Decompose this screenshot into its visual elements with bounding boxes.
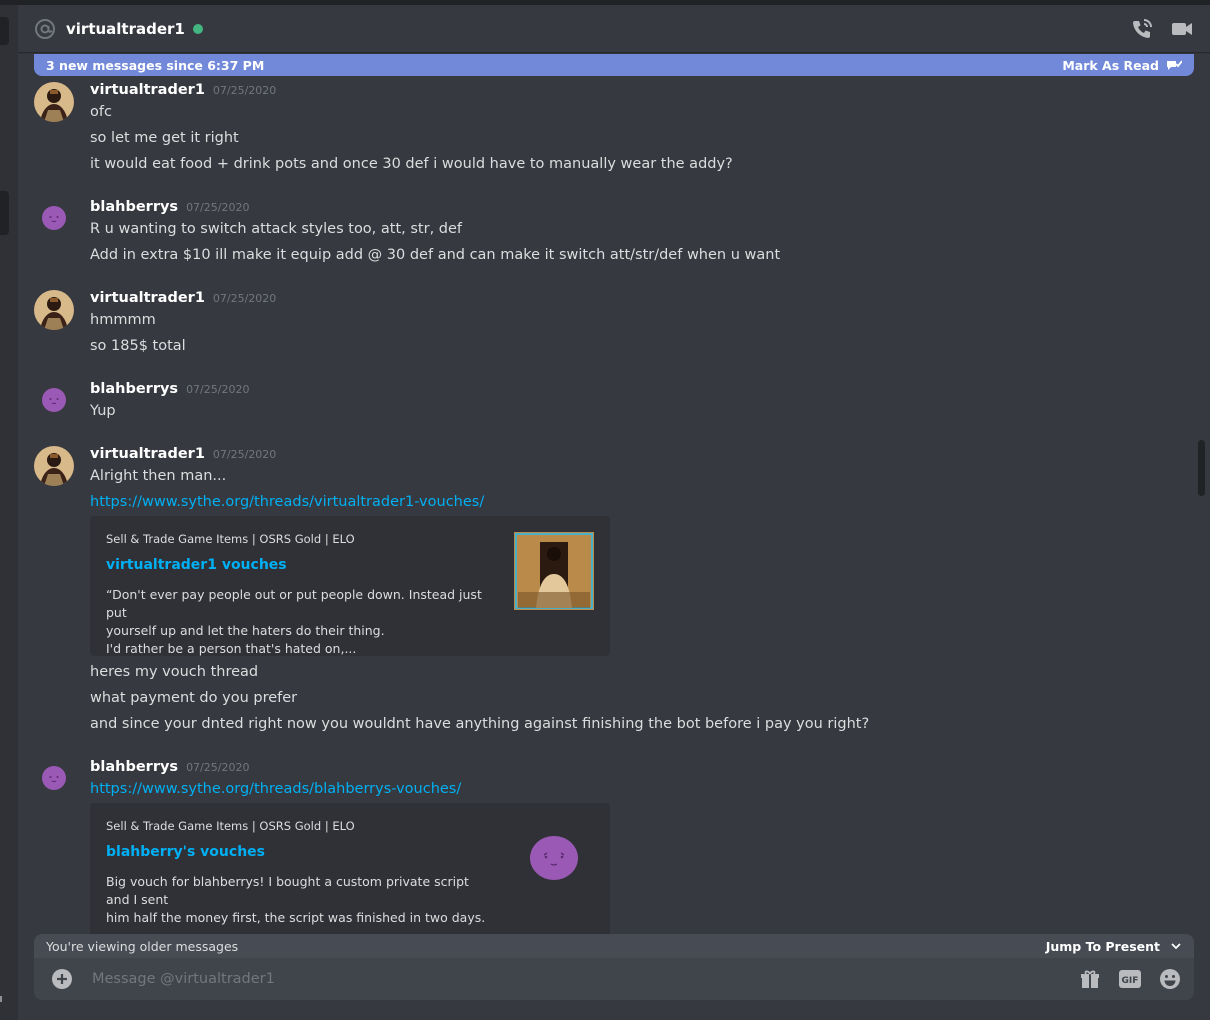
- voice-call-icon[interactable]: [1130, 17, 1154, 41]
- message-timestamp: 07/25/2020: [212, 292, 277, 305]
- author-name[interactable]: virtualtrader1: [90, 446, 205, 462]
- message-text: so let me get it right: [90, 130, 239, 146]
- new-messages-bar[interactable]: 3 new messages since 6:37 PM Mark As Rea…: [34, 54, 1194, 76]
- embed-description: “Don't ever pay people out or put people…: [106, 586, 486, 656]
- scrollbar-thumb[interactable]: [1198, 440, 1205, 496]
- sidebar-tab[interactable]: [0, 191, 9, 235]
- user-avatar[interactable]: [34, 290, 74, 330]
- jump-to-present-button[interactable]: Jump To Present: [1046, 939, 1182, 954]
- link-embed: Sell & Trade Game Items | OSRS Gold | EL…: [90, 516, 610, 656]
- message-text: and since your dnted right now you would…: [90, 716, 870, 732]
- message-link[interactable]: https://www.sythe.org/threads/virtualtra…: [90, 494, 484, 510]
- embed-provider: Sell & Trade Game Items | OSRS Gold | EL…: [106, 819, 355, 833]
- message-text: hmmmm: [90, 312, 156, 328]
- message-text: Add in extra $10 ill make it equip add @…: [90, 247, 781, 263]
- embed-description-line: yourself up and let the haters do their …: [106, 623, 385, 638]
- jump-to-present-label: Jump To Present: [1045, 938, 1160, 954]
- embed-description-line: Big vouch for blahberrys! I bought a cus…: [106, 874, 469, 907]
- embed-description: Big vouch for blahberrys! I bought a cus…: [106, 873, 486, 927]
- message-timestamp: 07/25/2020: [212, 84, 277, 97]
- sidebar-corner: [0, 996, 8, 1002]
- message-text: Yup: [90, 403, 116, 419]
- author-name[interactable]: blahberrys: [90, 199, 178, 215]
- at-sign-icon: [34, 18, 56, 40]
- message-link[interactable]: https://www.sythe.org/threads/blahberrys…: [90, 781, 461, 797]
- message-timestamp: 07/25/2020: [186, 761, 250, 774]
- chevron-down-icon: [1171, 943, 1181, 950]
- embed-provider: Sell & Trade Game Items | OSRS Gold | EL…: [106, 532, 355, 546]
- link-embed: Sell & Trade Game Items | OSRS Gold | EL…: [90, 803, 610, 934]
- add-attachment-icon[interactable]: [51, 968, 73, 990]
- mark-as-read-button[interactable]: Mark As Read: [1062, 58, 1182, 73]
- sidebar-tab[interactable]: [0, 17, 9, 45]
- message-timestamp: 07/25/2020: [212, 448, 277, 461]
- mark-as-read-label: Mark As Read: [1062, 57, 1159, 73]
- berry-avatar[interactable]: [40, 386, 68, 414]
- message-input[interactable]: [90, 958, 1062, 1000]
- message-text: what payment do you prefer: [90, 690, 298, 706]
- video-call-icon[interactable]: [1170, 17, 1194, 41]
- gif-label: GIF: [1122, 976, 1139, 986]
- new-messages-text: 3 new messages since 6:37 PM: [46, 57, 265, 73]
- gif-icon[interactable]: GIF: [1118, 967, 1142, 991]
- message-text: R u wanting to switch attack styles too,…: [90, 221, 463, 237]
- message-list[interactable]: virtualtrader1 07/25/2020 ofc so let me …: [18, 76, 1198, 934]
- message-timestamp: 07/25/2020: [186, 201, 250, 214]
- author-name[interactable]: blahberrys: [90, 381, 178, 397]
- embed-description-line: “Don't ever pay people out or put people…: [106, 587, 482, 620]
- embed-description-line: him half the money first, the script was…: [106, 910, 486, 925]
- message-text: so 185$ total: [90, 338, 186, 354]
- author-name[interactable]: blahberrys: [90, 759, 178, 775]
- embed-thumbnail[interactable]: [528, 835, 580, 881]
- mark-read-icon: [1167, 60, 1182, 70]
- user-avatar[interactable]: [34, 82, 74, 122]
- emoji-icon[interactable]: [1158, 967, 1182, 991]
- author-name[interactable]: virtualtrader1: [90, 82, 205, 98]
- berry-avatar[interactable]: [40, 204, 68, 232]
- older-messages-bar: You're viewing older messages Jump To Pr…: [34, 934, 1194, 958]
- sidebar-edge: [0, 5, 18, 1020]
- embed-title[interactable]: blahberry's vouches: [106, 844, 265, 860]
- gift-icon[interactable]: [1078, 967, 1102, 991]
- berry-avatar[interactable]: [40, 764, 68, 792]
- user-avatar[interactable]: [34, 446, 74, 486]
- older-messages-text: You're viewing older messages: [46, 938, 239, 954]
- author-name[interactable]: virtualtrader1: [90, 290, 205, 306]
- online-status-indicator: [192, 23, 203, 34]
- message-text: ofc: [90, 104, 112, 120]
- message-composer: GIF: [34, 958, 1194, 1000]
- channel-header: virtualtrader1: [18, 5, 1210, 52]
- message-text: Alright then man...: [90, 468, 227, 484]
- embed-title[interactable]: virtualtrader1 vouches: [106, 557, 287, 573]
- message-timestamp: 07/25/2020: [186, 383, 250, 396]
- message-text: heres my vouch thread: [90, 664, 259, 680]
- embed-description-line: I'd rather be a person that's hated on,.…: [106, 641, 357, 656]
- embed-thumbnail[interactable]: [514, 532, 594, 610]
- message-text: it would eat food + drink pots and once …: [90, 156, 733, 172]
- recipient-name: virtualtrader1: [66, 19, 185, 38]
